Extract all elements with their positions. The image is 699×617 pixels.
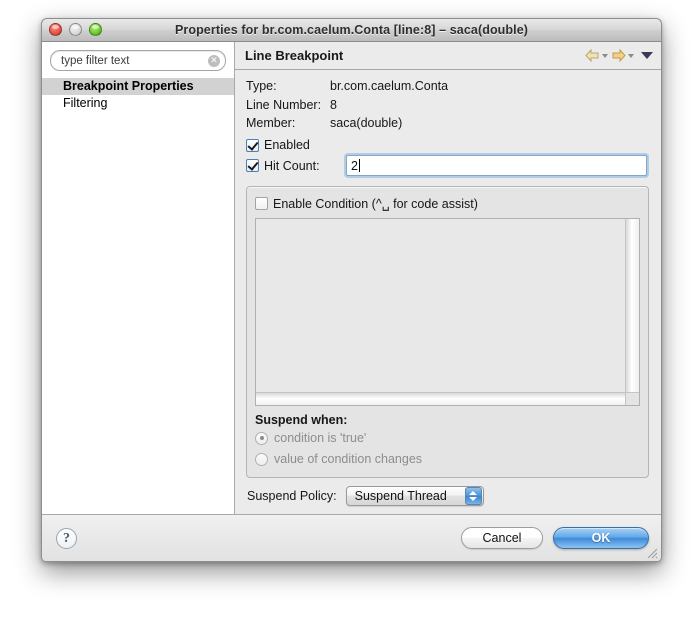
window-title: Properties for br.com.caelum.Conta [line…: [42, 23, 661, 37]
condition-editor-inner: [256, 219, 639, 392]
hit-count-label: Hit Count:: [264, 159, 343, 173]
enabled-row: Enabled: [246, 135, 649, 156]
hit-count-row: Hit Count: 2: [246, 155, 649, 176]
detail-pane: Line Breakpoint: [235, 42, 661, 514]
sidebar-item-breakpoint-properties[interactable]: Breakpoint Properties: [42, 78, 234, 95]
hit-count-checkbox[interactable]: [246, 159, 259, 172]
sidebar: type filter text ✕ Breakpoint Properties…: [42, 42, 235, 514]
resize-grip-icon[interactable]: [644, 545, 658, 559]
cancel-button[interactable]: Cancel: [461, 527, 543, 549]
triangle-down-icon[interactable]: [602, 54, 608, 58]
condition-editor[interactable]: [256, 219, 625, 392]
filter-search-wrap: type filter text ✕: [42, 50, 234, 76]
dialog-footer: ? Cancel OK: [42, 514, 661, 561]
scrollbar-corner: [625, 392, 639, 405]
pane-content: Type: br.com.caelum.Conta Line Number: 8…: [235, 70, 661, 514]
arrow-right-icon[interactable]: [611, 49, 626, 62]
screen: Properties for br.com.caelum.Conta [line…: [0, 0, 699, 617]
info-value: saca(double): [330, 116, 402, 130]
window-titlebar[interactable]: Properties for br.com.caelum.Conta [line…: [42, 19, 661, 42]
text-caret: [359, 159, 360, 172]
clear-circle-icon[interactable]: ✕: [208, 55, 220, 67]
condition-editor-wrap: [255, 218, 640, 406]
info-label: Line Number:: [246, 98, 330, 112]
enabled-label: Enabled: [264, 138, 310, 152]
triangle-up-icon: [469, 491, 477, 495]
info-value: 8: [330, 98, 337, 112]
condition-group: Enable Condition (^␣ for code assist): [246, 186, 649, 478]
suspend-policy-label: Suspend Policy:: [247, 489, 337, 503]
zoom-button[interactable]: [89, 23, 102, 36]
suspend-policy-row: Suspend Policy: Suspend Thread: [246, 478, 649, 514]
triangle-down-icon[interactable]: [628, 54, 634, 58]
info-label: Type:: [246, 79, 330, 93]
pane-header: Line Breakpoint: [235, 42, 661, 70]
search-input[interactable]: type filter text: [51, 55, 208, 67]
condition-hscroll-row: [256, 392, 639, 405]
condition-vertical-scrollbar[interactable]: [625, 219, 639, 392]
enable-condition-checkbox[interactable]: [255, 197, 268, 210]
condition-horizontal-scrollbar[interactable]: [256, 392, 625, 405]
stepper-arrows-icon[interactable]: [465, 487, 482, 505]
ok-button[interactable]: OK: [553, 527, 649, 549]
back-nav-group[interactable]: [585, 49, 608, 62]
page-title: Line Breakpoint: [245, 48, 585, 63]
info-row-member: Member: saca(double): [246, 116, 649, 135]
radio-condition-true[interactable]: [255, 432, 268, 445]
close-button[interactable]: [49, 23, 62, 36]
triangle-down-icon: [469, 497, 477, 501]
info-value: br.com.caelum.Conta: [330, 79, 448, 93]
enable-condition-label: Enable Condition (^␣ for code assist): [273, 196, 478, 211]
help-button[interactable]: ?: [56, 528, 77, 549]
suspend-option-value-changes[interactable]: value of condition changes: [255, 450, 640, 469]
arrow-left-icon[interactable]: [585, 49, 600, 62]
pane-nav-icons: [585, 49, 653, 62]
filter-search-field[interactable]: type filter text ✕: [50, 50, 226, 71]
suspend-policy-value: Suspend Thread: [355, 489, 465, 503]
enabled-checkbox[interactable]: [246, 139, 259, 152]
suspend-when-label: Suspend when:: [255, 413, 640, 427]
settings-tree: Breakpoint Properties Filtering: [42, 76, 234, 514]
suspend-option-condition-true[interactable]: condition is 'true': [255, 429, 640, 448]
radio-value-changes[interactable]: [255, 453, 268, 466]
hit-count-value: 2: [351, 159, 358, 173]
sidebar-item-filtering[interactable]: Filtering: [42, 95, 234, 112]
suspend-policy-select[interactable]: Suspend Thread: [346, 486, 484, 506]
radio-label: condition is 'true': [274, 431, 366, 445]
minimize-button[interactable]: [69, 23, 82, 36]
chevron-down-icon[interactable]: [641, 52, 653, 59]
dialog-body: type filter text ✕ Breakpoint Properties…: [42, 42, 661, 514]
forward-nav-group[interactable]: [611, 49, 634, 62]
info-label: Member:: [246, 116, 330, 130]
info-row-type: Type: br.com.caelum.Conta: [246, 79, 649, 98]
window-controls: [49, 23, 102, 36]
enable-condition-row: Enable Condition (^␣ for code assist): [255, 193, 640, 212]
hit-count-input[interactable]: 2: [346, 155, 647, 176]
info-row-line-number: Line Number: 8: [246, 98, 649, 117]
properties-dialog-window: Properties for br.com.caelum.Conta [line…: [41, 18, 662, 562]
radio-label: value of condition changes: [274, 452, 422, 466]
